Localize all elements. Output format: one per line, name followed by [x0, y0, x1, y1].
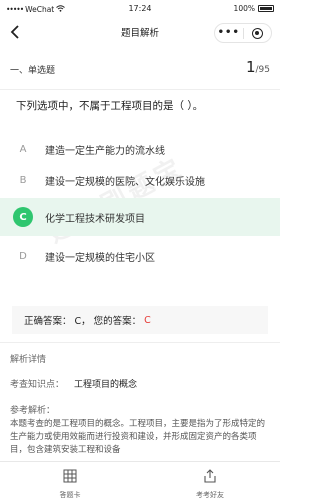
option-text: 建设一定规模的医院、文化娱乐设施: [45, 176, 205, 188]
option-text: 建设一定规模的住宅小区: [45, 252, 155, 264]
share-button[interactable]: 考考好友: [140, 462, 280, 500]
analysis-title: 解析详情: [10, 355, 47, 365]
share-icon: [203, 468, 217, 487]
section-divider: [0, 342, 280, 343]
correct-answer-value: C，: [74, 316, 91, 327]
option-letter: B: [19, 174, 27, 186]
nav-bar: 题目解析 •••: [0, 20, 280, 46]
correct-answer-label: 正确答案：: [24, 316, 72, 327]
knowledge-label: 考查知识点：: [10, 380, 65, 390]
option-letter-correct: C: [13, 207, 33, 227]
miniprogram-capsule: •••: [214, 23, 272, 43]
reference-text: 本题考查的是工程项目的概念。工程项目，主要是指为了形成特定的生产能力或使用效能而…: [10, 419, 266, 455]
current-question-number: 1: [245, 58, 256, 76]
option-c[interactable]: C 化学工程技术研发项目: [0, 198, 280, 236]
answer-sheet-button[interactable]: 答题卡: [0, 462, 140, 500]
more-menu-button[interactable]: •••: [215, 24, 243, 42]
option-b[interactable]: B 建设一定规模的医院、文化娱乐设施: [0, 161, 280, 199]
reference-label: 参考解析：: [10, 406, 56, 416]
question-counter: 1/95: [246, 58, 270, 76]
option-letter: D: [19, 250, 27, 262]
status-bar: ••••• WeChat 17:24 100%: [0, 0, 280, 18]
knowledge-value: 工程项目的概念: [74, 380, 138, 390]
knowledge-point: 考查知识点： 工程项目的概念: [10, 377, 137, 390]
user-answer-value: C: [144, 314, 151, 326]
answer-sheet-label: 答题卡: [59, 491, 81, 499]
total-questions: /95: [255, 65, 270, 75]
question-type: 一、单选题: [10, 66, 56, 76]
share-label: 考考好友: [196, 491, 224, 499]
status-right: 100%: [234, 4, 274, 13]
question-header: 一、单选题 1/95: [0, 50, 280, 90]
grid-icon: [63, 468, 77, 487]
option-text: 建造一定生产能力的流水线: [45, 145, 165, 157]
option-text: 化学工程技术研发项目: [45, 213, 145, 225]
user-answer-label: 您的答案：: [93, 316, 142, 327]
option-letter: A: [19, 143, 27, 155]
option-d[interactable]: D 建设一定规模的住宅小区: [0, 237, 280, 275]
battery-label: 100%: [233, 4, 255, 13]
target-icon: [251, 27, 263, 39]
answer-summary: 正确答案： C， 您的答案： C: [12, 306, 268, 334]
battery-icon: [258, 5, 274, 12]
question-text: 下列选项中，不属于工程项目的是（ ）。: [16, 100, 204, 112]
close-miniprogram-button[interactable]: [244, 27, 272, 39]
bottom-toolbar: 答题卡 考考好友: [0, 461, 280, 500]
